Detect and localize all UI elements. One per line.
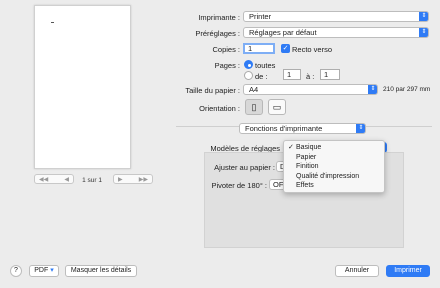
printer-select[interactable]: Printer ⇕	[243, 11, 429, 22]
page-indicator: 1 sur 1	[82, 177, 102, 184]
pages-label: Pages :	[214, 61, 240, 70]
last-page-icon[interactable]: ▶▶	[139, 176, 148, 183]
feature-sets-menu: ✓ Basique Papier Finition Qualité d'impre…	[283, 140, 385, 193]
duplex-checkbox[interactable]: ✓	[281, 44, 290, 53]
copies-label: Copies :	[212, 45, 240, 54]
pages-all-label: toutes	[255, 61, 276, 70]
preview-nav-back[interactable]: ◀◀ ◀	[34, 174, 74, 184]
menu-item-finition[interactable]: Finition	[284, 162, 384, 172]
printer-value: Printer	[249, 12, 272, 21]
pages-to-label: à :	[306, 72, 315, 81]
portrait-button[interactable]: ▯	[245, 99, 263, 115]
section-value: Fonctions d'imprimante	[245, 124, 323, 133]
rotate-label: Pivoter de 180° :	[211, 181, 267, 190]
portrait-icon: ▯	[251, 102, 257, 112]
paper-size-value: A4	[249, 85, 259, 94]
pages-from-label: de :	[255, 72, 268, 81]
copies-field[interactable]: 1	[243, 43, 275, 54]
pdf-button[interactable]: PDF ▾	[29, 265, 59, 277]
menu-item-effets[interactable]: Effets	[284, 181, 384, 191]
menu-item-qualite[interactable]: Qualité d'impression	[284, 172, 384, 182]
presets-label: Préréglages :	[195, 29, 240, 38]
paper-dimensions: 210 par 297 mm	[383, 86, 431, 93]
paper-size-select[interactable]: A4 ⇕	[243, 84, 378, 95]
pdf-label: PDF	[34, 267, 49, 274]
next-page-icon[interactable]: ▶	[118, 176, 123, 183]
menu-item-papier[interactable]: Papier	[284, 153, 384, 163]
pages-all-radio[interactable]	[244, 60, 253, 69]
paper-size-label: Taille du papier :	[185, 86, 240, 95]
previous-page-icon[interactable]: ◀	[64, 176, 69, 183]
chevron-updown-icon: ⇕	[419, 28, 428, 37]
cancel-button[interactable]: Annuler	[335, 265, 379, 277]
preview-nav-forward[interactable]: ▶ ▶▶	[113, 174, 153, 184]
help-button[interactable]: ?	[10, 265, 22, 277]
presets-select[interactable]: Réglages par défaut ⇕	[243, 27, 429, 38]
print-button[interactable]: Imprimer	[386, 265, 430, 277]
landscape-icon: ▭	[272, 102, 282, 112]
section-select[interactable]: Fonctions d'imprimante ⇕	[239, 123, 366, 134]
chevron-updown-icon: ⇕	[368, 85, 377, 94]
pages-to-field[interactable]: 1	[320, 69, 340, 80]
chevron-updown-icon: ⇕	[356, 124, 365, 133]
page-preview	[34, 5, 131, 169]
presets-value: Réglages par défaut	[249, 28, 317, 37]
first-page-icon[interactable]: ◀◀	[39, 176, 48, 183]
pages-range-radio[interactable]	[244, 71, 253, 80]
chevron-down-icon: ▾	[50, 267, 54, 274]
menu-item-basique[interactable]: ✓ Basique	[284, 143, 384, 153]
checkmark-icon: ✓	[288, 144, 294, 151]
chevron-updown-icon: ⇕	[419, 12, 428, 21]
hide-details-button[interactable]: Masquer les détails	[65, 265, 137, 277]
printer-label: Imprimante :	[198, 13, 240, 22]
pages-from-field[interactable]: 1	[283, 69, 301, 80]
landscape-button[interactable]: ▭	[268, 99, 286, 115]
duplex-label: Recto verso	[292, 45, 333, 54]
preview-content-mark	[51, 22, 54, 23]
orientation-label: Orientation :	[199, 104, 240, 113]
fit-to-paper-label: Ajuster au papier :	[214, 163, 275, 172]
